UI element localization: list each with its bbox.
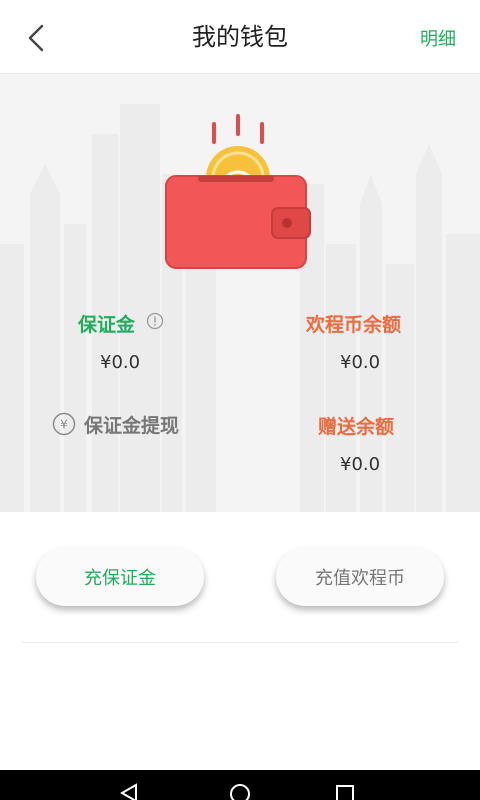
info-icon[interactable] [146,312,164,330]
withdraw-deposit-label: 保证金提现 [84,414,180,437]
nav-home-icon[interactable] [228,782,252,800]
yuan-circle-icon: ¥ [52,412,76,436]
gift-balance-label: 赠送余额 [318,416,395,438]
page-title: 我的钱包 [192,23,288,51]
coin-balance-value: ¥0.0 [340,352,381,373]
wallet-summary-panel: 保证金 ¥0.0 欢程币余额 ¥0.0 ¥ 保证金提现 赠送余额 ¥0.0 [0,74,480,512]
recharge-deposit-button[interactable]: 充保证金 [36,548,204,606]
deposit-value: ¥0.0 [100,352,141,373]
wallet-page: 我的钱包 明细 保证金 ¥0.0 欢程币余额 ¥0.0 ¥ 保证金提现 赠送余额… [0,0,480,800]
nav-back-icon[interactable] [118,783,142,800]
withdraw-deposit-button[interactable]: ¥ 保证金提现 [52,410,179,438]
recharge-coin-button[interactable]: 充值欢程币 [276,548,444,606]
detail-link[interactable]: 明细 [420,0,456,74]
chevron-left-icon [28,24,44,52]
system-nav-bar [0,770,480,800]
coin-balance-label: 欢程币余额 [306,314,402,336]
wallet-illustration [165,114,311,269]
top-bar: 我的钱包 明细 [0,0,480,74]
back-button[interactable] [18,18,58,58]
svg-text:¥: ¥ [60,418,68,432]
gift-balance-value: ¥0.0 [340,454,381,475]
nav-recent-icon[interactable] [334,783,356,800]
deposit-label: 保证金 [78,314,136,336]
divider [22,642,458,643]
